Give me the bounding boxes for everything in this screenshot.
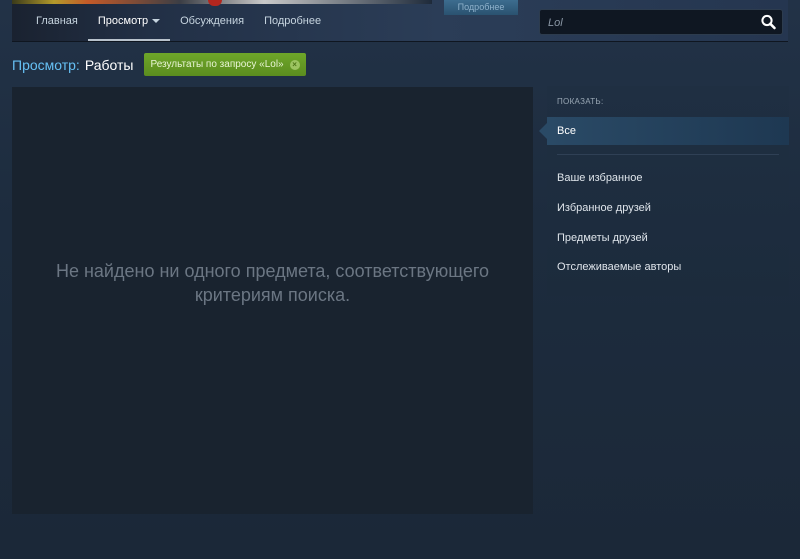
- filter-option-label: Ваше избранное: [557, 172, 643, 184]
- results-panel: Не найдено ни одного предмета, соответст…: [12, 87, 533, 514]
- nav-home-label: Главная: [36, 14, 78, 27]
- breadcrumb: Просмотр: Работы Результаты по запросу «…: [12, 52, 306, 77]
- breadcrumb-page: Работы: [84, 56, 134, 73]
- filter-option-all[interactable]: Все: [539, 117, 789, 145]
- filter-option-friends-favorites[interactable]: Избранное друзей: [547, 194, 789, 222]
- search-icon: [761, 14, 776, 30]
- search-input[interactable]: [546, 13, 750, 33]
- filter-option-friends-items[interactable]: Предметы друзей: [547, 224, 789, 252]
- filter-option-label: Предметы друзей: [557, 232, 648, 244]
- search-box: [539, 9, 783, 35]
- nav-browse-label: Просмотр: [97, 14, 149, 27]
- show-filter-sidebar: ПОКАЗАТЬ: Все Ваше избранное Избранное д…: [539, 86, 789, 296]
- search-filter-tag: Результаты по запросу «Lol» ×: [144, 53, 306, 76]
- remove-filter-icon[interactable]: ×: [289, 59, 300, 70]
- empty-results-message: Не найдено ни одного предмета, соответст…: [55, 261, 490, 305]
- sidebar-heading: ПОКАЗАТЬ:: [557, 97, 604, 106]
- selected-indicator: [539, 123, 547, 139]
- sidebar-divider: [557, 154, 779, 155]
- main-nav: Главная Просмотр Обсуждения Подробнее: [26, 0, 331, 41]
- search-button[interactable]: [759, 13, 779, 31]
- nav-discussions[interactable]: Обсуждения: [170, 0, 254, 41]
- header: Главная Просмотр Обсуждения Подробнее По…: [0, 0, 800, 43]
- filter-option-your-favorites[interactable]: Ваше избранное: [547, 164, 789, 192]
- page: Главная Просмотр Обсуждения Подробнее По…: [0, 0, 800, 559]
- nav-home[interactable]: Главная: [26, 0, 88, 41]
- filter-option-followed-authors[interactable]: Отслеживаемые авторы: [547, 253, 789, 281]
- filter-tag-label: Результаты по запросу «Lol»: [150, 59, 284, 70]
- filter-option-label: Отслеживаемые авторы: [557, 261, 682, 273]
- filter-option-label: Все: [557, 125, 576, 137]
- nav-more[interactable]: Подробнее: [254, 0, 331, 41]
- nav-browse[interactable]: Просмотр: [87, 0, 171, 41]
- nav-more-label: Подробнее: [264, 14, 322, 27]
- details-tab[interactable]: Подробнее: [444, 0, 518, 15]
- dropdown-caret-icon: [152, 18, 161, 23]
- breadcrumb-section[interactable]: Просмотр:: [12, 57, 80, 73]
- nav-discussions-label: Обсуждения: [180, 14, 245, 27]
- filter-option-label: Избранное друзей: [557, 202, 651, 214]
